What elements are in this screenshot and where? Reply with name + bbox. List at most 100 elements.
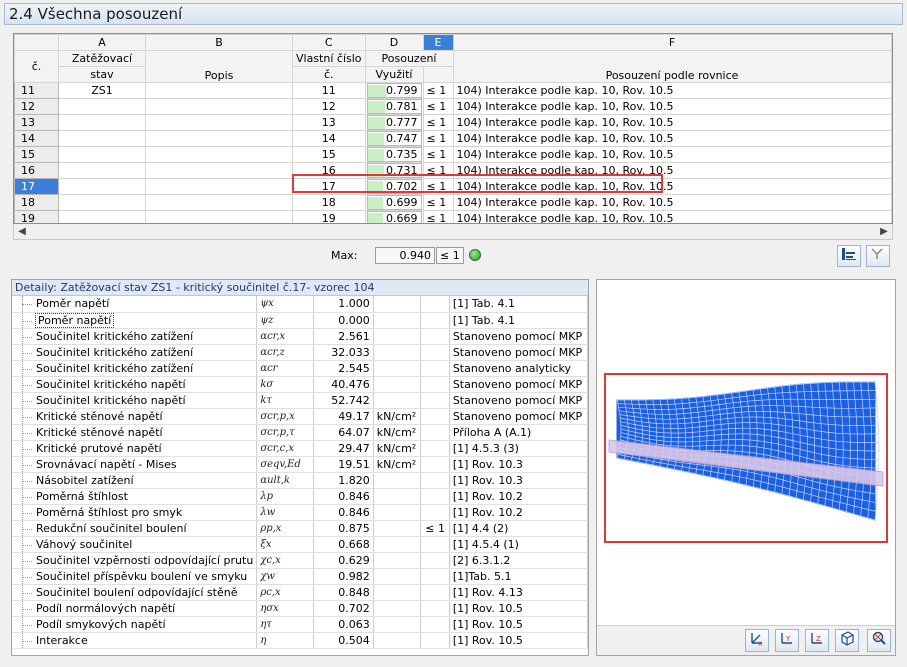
cell-description[interactable] (145, 82, 293, 99)
detail-row[interactable]: Součinitel kritického zatížení αcr,x 2.561… (12, 328, 588, 345)
detail-row[interactable]: Podíl smykových napětí ητ 0.063 [1] Rov. 10… (12, 616, 588, 633)
table-row[interactable]: 11 ZS1 11 0.799 ≤ 1 104) Interakce podle kap.… (14, 82, 892, 99)
view-z-icon[interactable]: Z (805, 629, 829, 652)
table-row[interactable]: 17 17 0.702 ≤ 1 104) Interakce podle kap. 10… (14, 178, 892, 195)
detail-row[interactable]: Součinitel příspěvku boulení ve smyku χw 0… (12, 568, 588, 585)
cell-ratio[interactable]: ≤ 1 (422, 210, 454, 223)
table-row[interactable]: 18 18 0.699 ≤ 1 104) Interakce podle kap. 10… (14, 194, 892, 211)
detail-row[interactable]: Součinitel kritického napětí kτ 52.742 Stan… (12, 392, 588, 409)
view-x-icon[interactable]: X (745, 629, 769, 652)
cell-eigenvalue[interactable]: 18 (292, 194, 366, 211)
reset-view-icon[interactable] (867, 629, 891, 652)
table-row[interactable]: 15 15 0.735 ≤ 1 104) Interakce podle kap. 10… (14, 146, 892, 163)
cell-load-case[interactable] (58, 178, 146, 195)
cell-ratio[interactable]: ≤ 1 (422, 98, 454, 115)
detail-row[interactable]: Poměr napětí ψz 0.000 [1] Tab. 4.1 (12, 312, 588, 329)
col-letter-c[interactable]: C (292, 34, 366, 51)
cell-equation[interactable]: 104) Interakce podle kap. 10, Rov. 10.5 (452, 194, 892, 211)
detail-row[interactable]: Poměrná štíhlost pro smyk λw 0.846 [1] Rov.… (12, 504, 588, 521)
col-letter-e[interactable]: E (422, 34, 454, 51)
cell-equation[interactable]: 104) Interakce podle kap. 10, Rov. 10.5 (452, 146, 892, 163)
cell-ratio[interactable]: ≤ 1 (422, 194, 454, 211)
detail-row[interactable]: Součinitel kritického zatížení αcr 2.545 St… (12, 360, 588, 377)
cell-equation[interactable]: 104) Interakce podle kap. 10, Rov. 10.5 (452, 82, 892, 99)
row-number[interactable]: 18 (14, 194, 59, 211)
cell-load-case[interactable] (58, 114, 146, 131)
cell-ratio[interactable]: ≤ 1 (422, 178, 454, 195)
scroll-right-icon[interactable]: ▶ (877, 225, 891, 238)
view-y-icon[interactable]: Y (775, 629, 799, 652)
detail-row[interactable]: Součinitel boulení odpovídající stěně ρc,… (12, 584, 588, 601)
detail-row[interactable]: Násobitel zatížení αult,k 1.820 [1] Rov. 10… (12, 472, 588, 489)
cell-equation[interactable]: 104) Interakce podle kap. 10, Rov. 10.5 (452, 178, 892, 195)
detail-row[interactable]: Kritické prutové napětí σcr,c,x 29.47 kN/cm… (12, 440, 588, 457)
detail-row[interactable]: Interakce η 0.504 [1] Rov. 10.5 (12, 632, 588, 649)
cell-eigenvalue[interactable]: 11 (292, 82, 366, 99)
cell-load-case[interactable] (58, 130, 146, 147)
cell-utilization[interactable]: 0.735 (364, 146, 424, 163)
cell-equation[interactable]: 104) Interakce podle kap. 10, Rov. 10.5 (452, 210, 892, 223)
cell-description[interactable] (145, 178, 293, 195)
cell-ratio[interactable]: ≤ 1 (422, 146, 454, 163)
row-number[interactable]: 19 (14, 210, 59, 223)
cell-equation[interactable]: 104) Interakce podle kap. 10, Rov. 10.5 (452, 130, 892, 147)
scroll-left-icon[interactable]: ◀ (15, 225, 29, 238)
detail-row[interactable]: Kritické stěnové napětí σcr,p,x 49.17 kN/cm… (12, 408, 588, 425)
cell-load-case[interactable] (58, 98, 146, 115)
cell-equation[interactable]: 104) Interakce podle kap. 10, Rov. 10.5 (452, 98, 892, 115)
cell-eigenvalue[interactable]: 13 (292, 114, 366, 131)
filter-ratio-icon[interactable] (866, 245, 890, 267)
table-row[interactable]: 13 13 0.777 ≤ 1 104) Interakce podle kap. 10… (14, 114, 892, 131)
cell-ratio[interactable]: ≤ 1 (422, 130, 454, 147)
detail-row[interactable]: Srovnávací napětí - Mises σeqv,Ed 19.51 kN/… (12, 456, 588, 473)
cell-utilization[interactable]: 0.731 (364, 162, 424, 179)
detail-row[interactable]: Váhový součinitel ξx 0.668 [1] 4.5.4 (1) (12, 536, 588, 553)
cell-utilization[interactable]: 0.669 (364, 210, 424, 223)
cell-load-case[interactable] (58, 146, 146, 163)
row-number[interactable]: 15 (14, 146, 59, 163)
cell-description[interactable] (145, 98, 293, 115)
table-row[interactable]: 14 14 0.747 ≤ 1 104) Interakce podle kap. 10… (14, 130, 892, 147)
cell-utilization[interactable]: 0.702 (364, 178, 424, 195)
cell-description[interactable] (145, 210, 293, 223)
cell-utilization[interactable]: 0.781 (364, 98, 424, 115)
cell-eigenvalue[interactable]: 19 (292, 210, 366, 223)
cell-ratio[interactable]: ≤ 1 (422, 162, 454, 179)
col-letter-a[interactable]: A (58, 34, 146, 51)
table-row[interactable]: 19 19 0.669 ≤ 1 104) Interakce podle kap. 10… (14, 210, 892, 223)
cell-eigenvalue[interactable]: 15 (292, 146, 366, 163)
view-iso-icon[interactable] (835, 629, 859, 652)
cell-ratio[interactable]: ≤ 1 (422, 82, 454, 99)
row-number[interactable]: 12 (14, 98, 59, 115)
horizontal-scrollbar[interactable]: ◀ ▶ (13, 224, 893, 240)
cell-load-case[interactable]: ZS1 (58, 82, 146, 99)
cell-utilization[interactable]: 0.799 (364, 82, 424, 99)
cell-eigenvalue[interactable]: 12 (292, 98, 366, 115)
row-number[interactable]: 17 (14, 178, 59, 195)
col-letter-d[interactable]: D (364, 34, 424, 51)
detail-row[interactable]: Poměrná štíhlost λp 0.846 [1] Rov. 10.2 (12, 488, 588, 505)
cell-equation[interactable]: 104) Interakce podle kap. 10, Rov. 10.5 (452, 114, 892, 131)
cell-load-case[interactable] (58, 210, 146, 223)
detail-row[interactable]: Součinitel vzpěrnosti odpovídající prutu… (12, 552, 588, 569)
table-row[interactable]: 16 16 0.731 ≤ 1 104) Interakce podle kap. 10… (14, 162, 892, 179)
cell-equation[interactable]: 104) Interakce podle kap. 10, Rov. 10.5 (452, 162, 892, 179)
cell-load-case[interactable] (58, 194, 146, 211)
cell-utilization[interactable]: 0.747 (364, 130, 424, 147)
cell-description[interactable] (145, 146, 293, 163)
detail-row[interactable]: Součinitel kritického napětí kσ 40.476 Stan… (12, 376, 588, 393)
cell-load-case[interactable] (58, 162, 146, 179)
detail-row[interactable]: Redukční součinitel boulení ρp,x 0.875 ≤ 1[… (12, 520, 588, 537)
buckling-mode-view[interactable] (597, 280, 897, 627)
cell-description[interactable] (145, 114, 293, 131)
row-number[interactable]: 11 (14, 82, 59, 99)
filter-table-icon[interactable] (837, 245, 861, 267)
cell-description[interactable] (145, 194, 293, 211)
cell-eigenvalue[interactable]: 16 (292, 162, 366, 179)
table-row[interactable]: 12 12 0.781 ≤ 1 104) Interakce podle kap. 10… (14, 98, 892, 115)
detail-row[interactable]: Součinitel kritického zatížení αcr,z 32.03… (12, 344, 588, 361)
row-number[interactable]: 14 (14, 130, 59, 147)
cell-utilization[interactable]: 0.777 (364, 114, 424, 131)
row-number[interactable]: 13 (14, 114, 59, 131)
detail-row[interactable]: Podíl normálových napětí ησx 0.702 [1] Rov.… (12, 600, 588, 617)
